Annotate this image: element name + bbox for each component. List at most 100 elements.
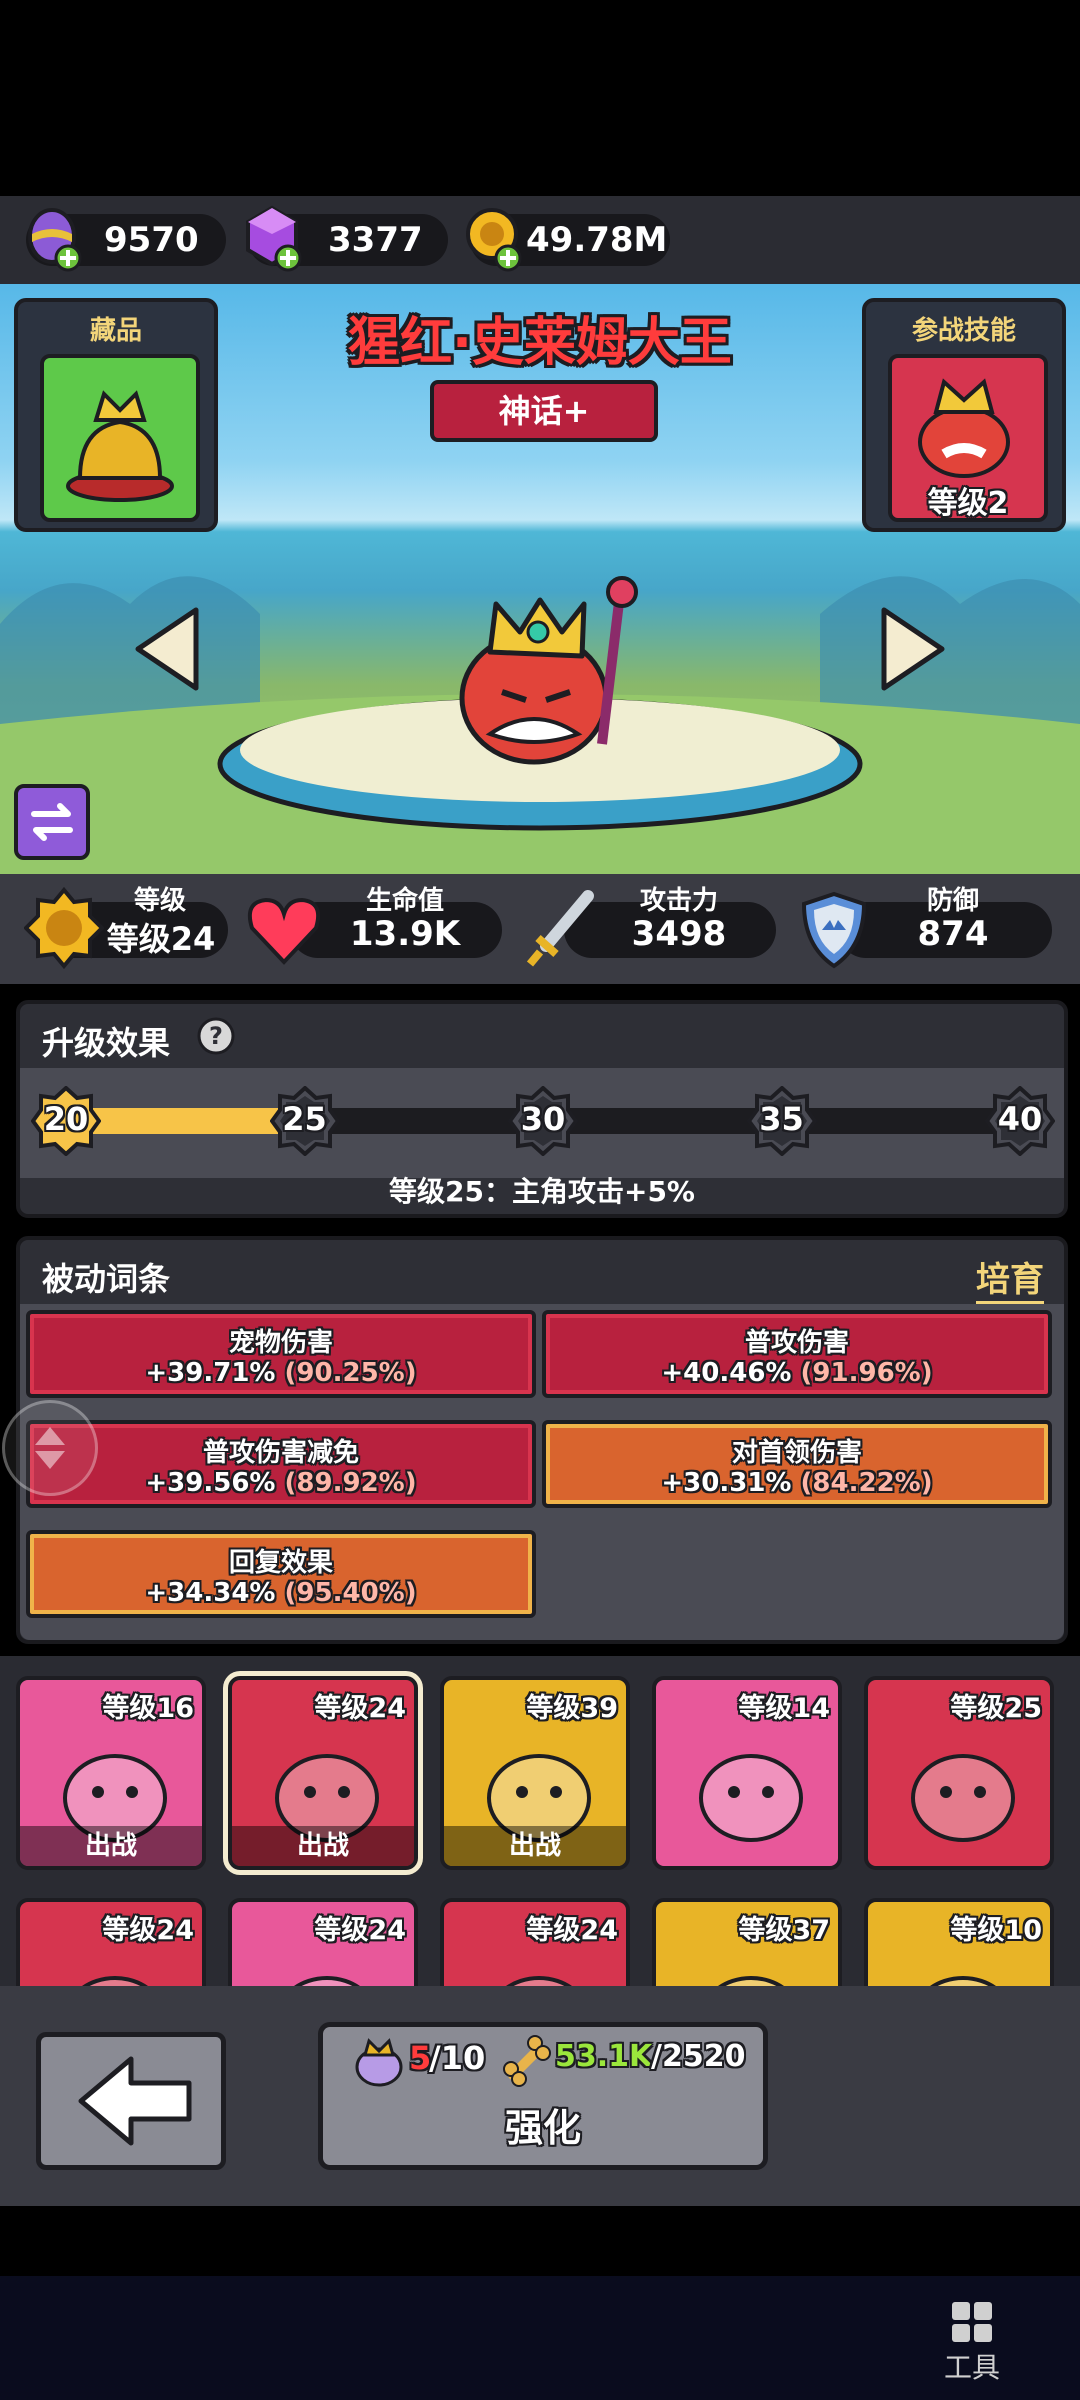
coin-currency[interactable]: 49.78M	[466, 208, 670, 272]
passive-card-name: 对首领伤害	[731, 1438, 862, 1468]
passive-card-name: 回复效果	[228, 1548, 333, 1578]
pet-portrait-icon	[930, 1976, 996, 1986]
passive-card-value: +39.56% (89.92%)	[30, 1468, 532, 1498]
passive-percent: (91.96%)	[800, 1358, 933, 1388]
back-arrow-icon	[78, 2056, 192, 2146]
skill-slot[interactable]: 等级2	[888, 354, 1048, 522]
sword-icon	[526, 890, 594, 967]
passive-card[interactable]: 宠物伤害 +39.71% (90.25%)	[26, 1310, 536, 1398]
pet-portrait-icon	[82, 1976, 148, 1986]
pet-level: 等级37	[738, 1915, 830, 1946]
pet-level: 等级39	[526, 1693, 618, 1724]
passive-percent: (84.22%)	[800, 1468, 933, 1498]
pet-card[interactable]: 等级24 出战	[228, 1676, 418, 1870]
cultivate-button[interactable]: 培育	[976, 1252, 1044, 1304]
passive-value: +40.46%	[661, 1358, 792, 1388]
skill-level: 等级2	[927, 486, 1009, 521]
battle-skill-label: 参战技能	[911, 316, 1016, 346]
egg-count: 9570	[104, 220, 199, 260]
defense-value: 874	[917, 914, 989, 954]
bottom-action-bar: 5 /10 53.1K /2520 强化	[0, 1986, 1080, 2206]
attack-value: 3498	[631, 914, 727, 954]
rarity-label: 神话+	[498, 392, 590, 430]
next-hero-arrow-icon[interactable]	[878, 604, 950, 694]
passive-value: +30.31%	[661, 1468, 792, 1498]
pet-level: 等级25	[950, 1693, 1042, 1724]
pet-level: 等级16	[102, 1693, 194, 1724]
swap-arrows-icon	[31, 803, 73, 841]
passive-card-value: +30.31% (84.22%)	[546, 1468, 1048, 1498]
pet-card[interactable]: 等级25	[864, 1676, 1054, 1870]
passive-value: +34.34%	[145, 1578, 276, 1608]
passive-card[interactable]: 对首领伤害 +30.31% (84.22%)	[542, 1420, 1052, 1508]
hero-stage: 藏品 猩红·史莱姆大王 神话+ 参战技能 等级2	[0, 284, 1080, 874]
pet-level: 等级24	[314, 1915, 406, 1946]
milestone-label: 25	[282, 1100, 327, 1138]
tools-grid-icon[interactable]	[950, 2300, 994, 2344]
passive-card-name: 宠物伤害	[228, 1328, 333, 1358]
pet-level: 等级14	[738, 1693, 830, 1724]
token-current: 5	[409, 2039, 432, 2077]
crown-statue-icon	[66, 390, 174, 502]
tools-label[interactable]: 工具	[934, 2346, 1010, 2386]
pet-card[interactable]: 等级16 出战	[16, 1676, 206, 1870]
pet-level: 等级24	[102, 1915, 194, 1946]
passive-traits-panel: 被动词条 培育 宠物伤害 +39.71% (90.25%) 普攻伤害 +40.46% …	[16, 1236, 1068, 1644]
enhance-button[interactable]: 5 /10 53.1K /2520 强化	[318, 2022, 768, 2170]
prev-hero-arrow-icon[interactable]	[130, 604, 202, 694]
passive-value: +39.71%	[145, 1358, 276, 1388]
gold-coin-icon	[466, 208, 522, 272]
attack-label: 攻击力	[639, 886, 718, 916]
pet-portrait-icon	[911, 1754, 1015, 1842]
pet-portrait-icon	[506, 1976, 572, 1986]
passive-percent: (89.92%)	[284, 1468, 417, 1498]
pet-portrait-icon	[718, 1976, 784, 1986]
passive-card-value: +34.34% (95.40%)	[30, 1578, 532, 1608]
shield-icon	[801, 891, 867, 969]
slime-king-skill-icon	[918, 378, 1010, 478]
floating-scroll-button[interactable]	[2, 1400, 98, 1496]
passive-percent: (95.40%)	[284, 1578, 417, 1608]
pet-card[interactable]: 等级10	[864, 1898, 1054, 1986]
pet-level: 等级24	[526, 1915, 618, 1946]
currency-bar: 9570 3377 49.78M	[0, 196, 1080, 284]
milestone-20: 20	[30, 1085, 102, 1157]
upgrade-description: 等级25：主角攻击+5%	[389, 1175, 695, 1208]
swap-button[interactable]	[14, 784, 90, 860]
gem-currency[interactable]: 3377	[246, 205, 448, 272]
level-label: 等级	[133, 886, 186, 916]
milestone-30: 30	[507, 1085, 579, 1157]
level-value: 等级24	[106, 920, 216, 958]
passive-card[interactable]: 普攻伤害 +40.46% (91.96%)	[542, 1310, 1052, 1398]
passive-title: 被动词条	[42, 1260, 171, 1298]
passive-card-name: 普攻伤害	[744, 1328, 849, 1358]
passive-card[interactable]: 回复效果 +34.34% (95.40%)	[26, 1530, 536, 1618]
bone-total: /2520	[651, 2039, 746, 2074]
passive-percent: (90.25%)	[284, 1358, 417, 1388]
bone-icon	[503, 2035, 551, 2087]
battle-skill-panel[interactable]: 参战技能 等级2	[862, 298, 1066, 532]
collection-slot[interactable]	[40, 354, 200, 522]
egg-currency[interactable]: 9570	[26, 208, 226, 272]
upgrade-effect-title: 升级效果	[42, 1024, 171, 1062]
help-icon[interactable]: ?	[196, 1016, 236, 1056]
hp-value: 13.9K	[349, 914, 461, 954]
pet-card[interactable]: 等级24	[16, 1898, 206, 1986]
pet-portrait-icon	[294, 1976, 360, 1986]
rarity-badge: 神话+	[430, 380, 658, 442]
passive-card[interactable]: 普攻伤害减免 +39.56% (89.92%)	[26, 1420, 536, 1508]
pet-card[interactable]: 等级24	[228, 1898, 418, 1986]
pet-card[interactable]: 等级24	[440, 1898, 630, 1986]
pet-card[interactable]: 等级14	[652, 1676, 842, 1870]
milestone-label: 30	[520, 1100, 566, 1138]
pet-card[interactable]: 等级39 出战	[440, 1676, 630, 1870]
passive-card-value: +40.46% (91.96%)	[546, 1358, 1048, 1388]
pet-card[interactable]: 等级37	[652, 1898, 842, 1986]
gesture-area	[0, 2276, 1080, 2400]
svg-text:?: ?	[209, 1022, 223, 1050]
back-button[interactable]	[36, 2032, 226, 2170]
passive-card-value: +39.71% (90.25%)	[30, 1358, 532, 1388]
bone-current: 53.1K	[555, 2039, 653, 2074]
enhance-label: 强化	[504, 2106, 581, 2150]
pet-deployed-tag: 出战	[444, 1826, 626, 1866]
